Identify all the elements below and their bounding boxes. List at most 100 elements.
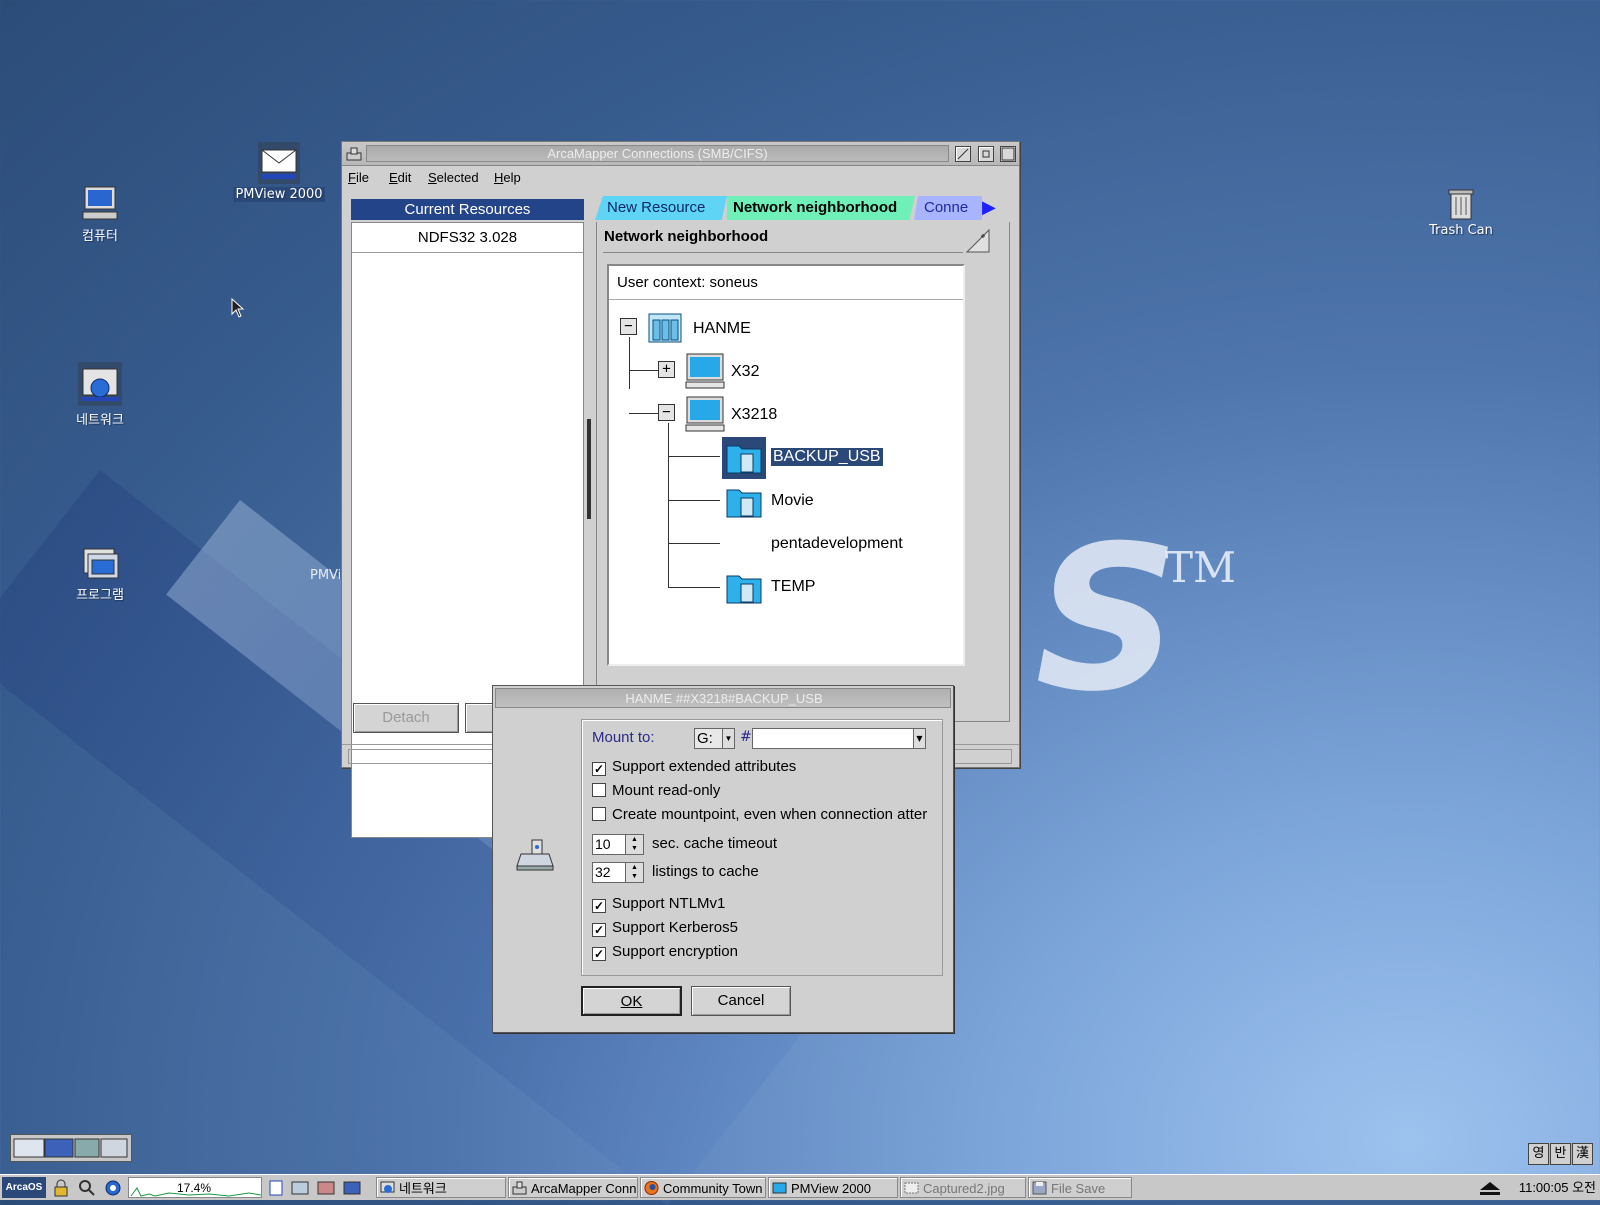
menu-edit[interactable]: Edit — [389, 170, 411, 185]
dropdown-arrow-icon[interactable]: ▼ — [722, 729, 734, 748]
cache-timeout-spinner[interactable]: 10 ▲ ▼ — [592, 834, 644, 855]
eject-icon[interactable] — [1478, 1180, 1502, 1196]
tab-new-resource[interactable]: New Resource — [595, 196, 727, 220]
dialog-titlebar[interactable]: HANME ##X3218#BACKUP_USB — [495, 688, 951, 708]
collapse-x3218[interactable]: − — [658, 404, 675, 421]
desktop-icon-programs[interactable]: 프로그램 — [45, 546, 155, 603]
option-create-mountpoint[interactable]: Create mountpoint, even when connection … — [592, 806, 942, 823]
workgroup-icon — [648, 313, 682, 343]
checkbox-unchecked[interactable] — [592, 783, 606, 797]
option-encryption[interactable]: ✓ Support encryption — [592, 943, 738, 961]
user-context-divider — [609, 299, 963, 300]
ok-button[interactable]: OK — [581, 986, 682, 1016]
drive-icon — [516, 839, 554, 871]
tree-node-backup-usb[interactable]: BACKUP_USB — [771, 448, 883, 466]
task-pmview[interactable]: PMView 2000 — [768, 1177, 898, 1198]
dropdown-arrow-icon[interactable]: ▼ — [913, 729, 925, 748]
tab-connections[interactable]: Conne — [914, 196, 982, 220]
tree-node-x32[interactable]: X32 — [731, 363, 759, 381]
desktop-icon-network[interactable]: 네트워크 — [45, 361, 155, 428]
checkbox-checked[interactable]: ✓ — [592, 762, 606, 776]
lock-icon[interactable] — [52, 1179, 70, 1197]
window-titlebar[interactable]: ArcaMapper Connections (SMB/CIFS) — [342, 142, 1019, 166]
menu-help[interactable]: Help — [494, 170, 521, 185]
ime-english[interactable]: 영 — [1528, 1143, 1549, 1165]
computer-icon — [685, 353, 725, 389]
tab-network-neighborhood[interactable]: Network neighborhood — [727, 196, 915, 220]
menu-selected[interactable]: Selected — [428, 170, 479, 185]
desktop-icon-trash[interactable]: Trash Can — [1406, 185, 1516, 238]
mount-dialog: HANME ##X3218#BACKUP_USB Mount to: G: ▼ … — [492, 685, 954, 1033]
firefox-icon — [644, 1181, 659, 1195]
maximize-button[interactable] — [1000, 146, 1016, 162]
minimize-icon — [982, 150, 990, 158]
cpu-monitor: 17.4% — [128, 1177, 262, 1198]
tree-line — [668, 500, 720, 501]
pmview-icon — [772, 1182, 787, 1194]
option-kerberos5[interactable]: ✓ Support Kerberos5 — [592, 919, 738, 937]
task-captured2[interactable]: Captured2.jpg — [900, 1177, 1026, 1198]
window-system-menu-icon[interactable] — [345, 145, 363, 163]
resource-item[interactable]: NDFS32 3.028 — [352, 229, 583, 253]
pmview-icon — [258, 142, 300, 184]
detach-button[interactable]: Detach — [353, 703, 459, 733]
tree-node-movie[interactable]: Movie — [771, 492, 814, 510]
network-icon — [380, 1181, 395, 1193]
desktop-icon-computer[interactable]: 컴퓨터 — [45, 183, 155, 244]
listings-spinner[interactable]: 32 ▲ ▼ — [592, 862, 644, 883]
expand-x32[interactable]: + — [658, 361, 675, 378]
checkbox-unchecked[interactable] — [592, 807, 606, 821]
title-divider — [603, 252, 963, 253]
hide-button[interactable] — [955, 146, 971, 162]
cancel-button[interactable]: Cancel — [691, 986, 791, 1016]
option-read-only[interactable]: Mount read-only — [592, 782, 720, 799]
computer-icon — [82, 186, 118, 220]
option-ntlmv1[interactable]: ✓ Support NTLMv1 — [592, 895, 725, 913]
image-file-icon — [904, 1182, 919, 1194]
minimize-button[interactable] — [978, 146, 994, 162]
shared-folder-icon — [726, 575, 762, 604]
power-icon[interactable] — [104, 1179, 122, 1197]
tree-line — [668, 587, 720, 588]
search-icon[interactable] — [78, 1179, 96, 1197]
desktop-icon-pmview[interactable]: PMView 2000 — [224, 141, 334, 202]
secondary-button[interactable] — [465, 703, 495, 733]
tree-line — [629, 337, 630, 389]
ime-hanja[interactable]: 漢 — [1572, 1143, 1593, 1165]
clock: 11:00:05 오전 — [1518, 1180, 1596, 1195]
menu-file[interactable]: File — [348, 170, 369, 185]
ime-half[interactable]: 반 — [1550, 1143, 1571, 1165]
checkbox-checked[interactable]: ✓ — [592, 947, 606, 961]
drive-letter-select[interactable]: G: ▼ — [694, 728, 735, 749]
collapse-hanme[interactable]: − — [620, 318, 637, 335]
option-extended-attributes[interactable]: ✓ Support extended attributes — [592, 758, 796, 776]
arcamapper-window: ArcaMapper Connections (SMB/CIFS) File E… — [341, 141, 1020, 838]
tree-node-hanme[interactable]: HANME — [693, 320, 751, 338]
panel-splitter[interactable] — [587, 419, 591, 519]
tab-scroll-right-icon[interactable]: ▶ — [982, 196, 1014, 220]
quick-launch-icons[interactable] — [268, 1179, 366, 1197]
page-corner-icon[interactable] — [965, 228, 991, 254]
file-save-icon — [1032, 1181, 1047, 1195]
start-button[interactable]: ArcaOS — [2, 1177, 46, 1198]
tree-node-x3218[interactable]: X3218 — [731, 406, 777, 424]
network-tree[interactable]: User context: soneus − HANME + X32 − X32… — [607, 264, 965, 666]
tree-node-pentadevelopment[interactable]: pentadevelopment — [771, 535, 903, 553]
listings-label: listings to cache — [652, 863, 759, 880]
spinner-arrows-icon[interactable]: ▲ ▼ — [625, 835, 643, 854]
task-network[interactable]: 네트워크 — [376, 1177, 506, 1198]
spinner-arrows-icon[interactable]: ▲ ▼ — [625, 863, 643, 882]
task-community-town[interactable]: Community Town — [640, 1177, 766, 1198]
network-neighborhood-panel: Network neighborhood User context: soneu… — [596, 222, 1010, 722]
hide-icon — [957, 148, 969, 160]
desktop-partial-label: PMVi — [310, 568, 342, 583]
task-arcamapper[interactable]: ArcaMapper Conne — [508, 1177, 638, 1198]
ime-indicator[interactable]: 영반漢 — [1528, 1143, 1596, 1165]
mini-window-tray[interactable] — [10, 1134, 132, 1162]
share-select[interactable]: ▼ — [752, 728, 926, 749]
tree-node-temp[interactable]: TEMP — [771, 578, 815, 596]
checkbox-checked[interactable]: ✓ — [592, 899, 606, 913]
shared-folder-icon — [726, 445, 762, 474]
checkbox-checked[interactable]: ✓ — [592, 923, 606, 937]
task-file-save[interactable]: File Save — [1028, 1177, 1132, 1198]
